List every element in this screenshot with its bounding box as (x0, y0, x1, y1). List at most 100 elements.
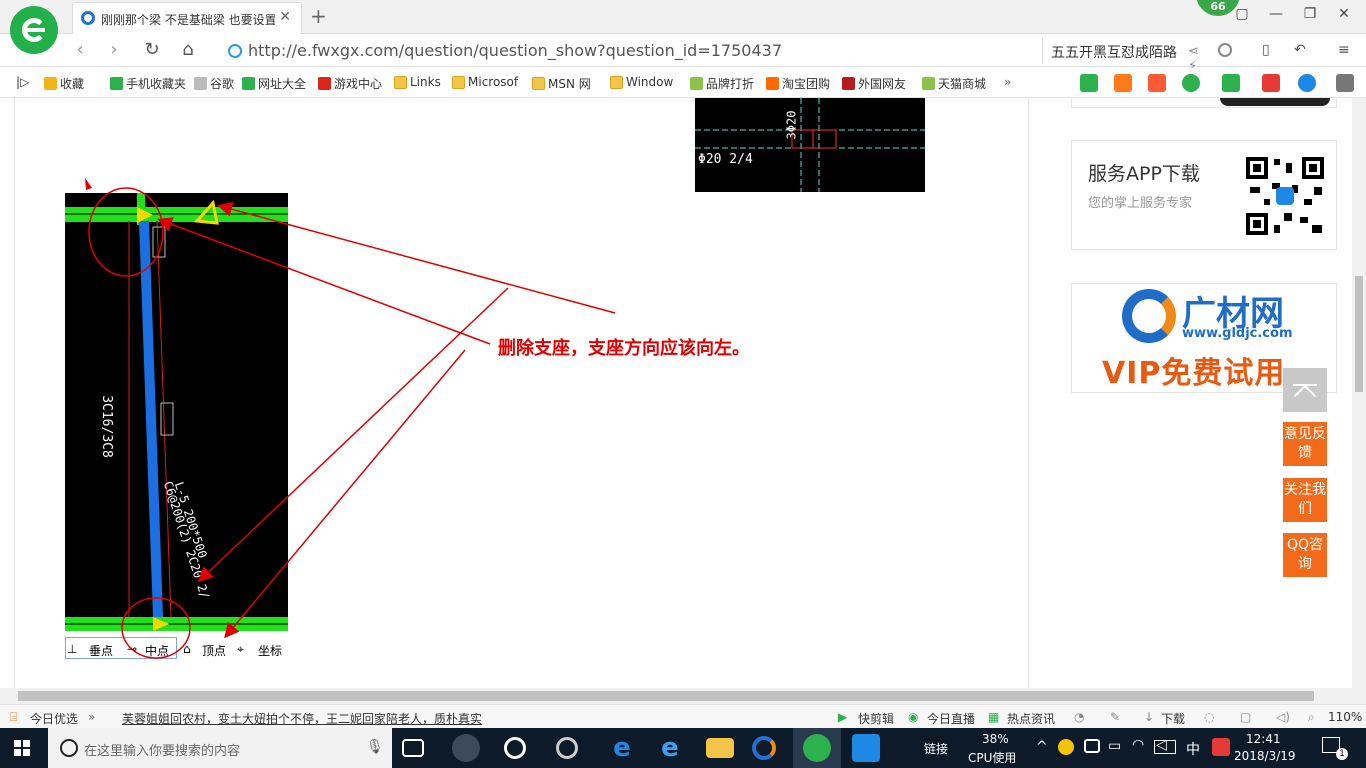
clock-date[interactable]: 2018/3/19 (1234, 749, 1296, 763)
qq-consult-button[interactable]: QQ咨询 (1283, 533, 1327, 577)
chevron-right-icon[interactable]: » (88, 710, 95, 724)
bookmark-item[interactable]: 天猫商城 (922, 75, 986, 92)
today-pick-label[interactable]: 今日优选 (30, 710, 78, 727)
bookmark-item[interactable]: 谷歌 (194, 75, 234, 92)
wifi-icon[interactable]: ◠ (1132, 737, 1144, 753)
hot-news-button[interactable]: 热点资讯 (1007, 710, 1055, 727)
task-view-icon[interactable] (402, 739, 424, 757)
browser-logo-icon[interactable] (10, 6, 58, 54)
remote-app-icon[interactable] (852, 734, 880, 762)
bookmark-item[interactable]: Window (610, 75, 673, 89)
home-button[interactable]: ⌂ (176, 38, 200, 62)
refresh-button[interactable]: ↻ (140, 38, 164, 62)
sogou-icon[interactable] (1212, 738, 1230, 756)
pin-icon[interactable]: ✎ (1110, 710, 1120, 724)
back-button[interactable]: ‹ (68, 38, 92, 62)
bookmark-item[interactable]: Microsof (452, 75, 518, 89)
app-download-card[interactable]: 服务APP下载 您的掌上服务专家 (1071, 140, 1337, 250)
status-bar: ⌸ 今日优选 » 芙蓉姐姐回农村，变土大妞拍个不停，王二妮回家陪老人，质朴真实 … (0, 704, 1366, 728)
maximize-button[interactable]: ❐ (1300, 6, 1320, 26)
windows-start-icon[interactable] (14, 740, 30, 756)
apps-icon[interactable] (1336, 74, 1354, 92)
bookmark-item[interactable]: 外国网友 (842, 75, 906, 92)
sidebar-toggle-icon[interactable]: |▷ (16, 75, 29, 89)
undo-icon[interactable]: ↶ (1294, 42, 1312, 60)
bookmark-item[interactable]: 游戏中心 (318, 75, 382, 92)
bookmark-item[interactable]: 淘宝团购 (766, 75, 830, 92)
mobile-icon[interactable]: ▯ (1262, 42, 1280, 60)
zoom-level[interactable]: 110% (1328, 710, 1362, 724)
gldjc-vip-banner[interactable]: VIP免费试用 (1102, 348, 1285, 392)
clean-icon[interactable]: ◌ (1204, 710, 1214, 724)
reader-icon[interactable] (1080, 74, 1098, 92)
hot-news-icon: ▦ (988, 710, 1000, 724)
site-favicon-icon (81, 11, 95, 25)
window-icon[interactable]: ▢ (1240, 710, 1251, 724)
forward-button[interactable]: › (102, 38, 126, 62)
download-button[interactable]: 下载 (1161, 710, 1185, 727)
tab-active[interactable]: 刚刚那个梁 不是基础梁 也要设置 ✕ (72, 2, 302, 34)
volume-icon[interactable]: ◁) (1276, 710, 1290, 724)
bookmark-item[interactable]: Links (394, 75, 441, 89)
quick-edit-button[interactable]: 快剪辑 (858, 710, 894, 727)
cad-image-main: 3C16/3C8 L-5 200*500 C6@200(2) 2C20 2/ (65, 193, 288, 631)
gldjc-app-icon[interactable] (752, 736, 776, 760)
tv-icon[interactable] (1114, 74, 1132, 92)
windows-search-placeholder[interactable]: 在这里输入你要搜索的内容 (84, 740, 240, 759)
windows-search-input[interactable]: 在这里输入你要搜索的内容 🎙 (48, 728, 392, 768)
app-download-title[interactable]: 服务APP下载 (1088, 159, 1200, 186)
feedback-button[interactable]: 意见反馈 (1283, 422, 1327, 466)
tab-close-button[interactable]: ✕ (279, 9, 291, 25)
minimize-button[interactable]: — (1266, 6, 1286, 26)
cad-snap-toolbar: ⊥ 垂点 ⊸ 中点 ⌂ 顶点 ⌖ 坐标 (65, 637, 295, 659)
menu-icon[interactable]: ≡ (1338, 42, 1356, 60)
tray-expand-icon[interactable]: ^ (1036, 739, 1048, 755)
browser-active-icon[interactable] (803, 734, 831, 762)
tray-chat-icon[interactable] (1084, 739, 1100, 753)
shield-icon[interactable] (1182, 74, 1200, 92)
zoom-icon[interactable] (1298, 74, 1316, 92)
translate-icon[interactable] (1222, 74, 1240, 92)
quick-edit-icon: ▶ (838, 710, 848, 724)
bookmarks-more-button[interactable]: » (1004, 75, 1011, 89)
file-explorer-icon[interactable] (706, 738, 734, 758)
close-window-button[interactable]: ✕ (1334, 6, 1354, 26)
bookmark-item[interactable]: 手机收藏夹 (110, 75, 186, 92)
ime-indicator[interactable]: 中 (1186, 739, 1200, 759)
vertical-scrollbar[interactable] (1352, 98, 1366, 688)
speed-icon[interactable]: ◔ (1074, 710, 1084, 724)
restore-small-icon[interactable]: ▢ (1232, 6, 1252, 26)
live-icon: ◉ (908, 710, 919, 724)
search-input[interactable]: 五五开黑互怼成陌路 (1042, 38, 1240, 64)
follow-us-button[interactable]: 关注我们 (1283, 478, 1327, 522)
sidebar-ad-image[interactable] (1071, 98, 1337, 108)
search-text[interactable]: 五五开黑互怼成陌路 (1051, 42, 1177, 62)
scissors-icon[interactable] (1262, 74, 1280, 92)
today-live-button[interactable]: 今日直播 (927, 710, 975, 727)
tray-app-icon[interactable] (1058, 739, 1074, 755)
battery-icon[interactable]: ▭ (1108, 738, 1121, 754)
bookmark-item[interactable]: 品牌打折 (690, 75, 754, 92)
clock-time[interactable]: 12:41 (1246, 732, 1281, 746)
ie-icon[interactable]: e (656, 734, 684, 762)
url-field[interactable]: http://e.fwxgx.com/question/question_sho… (222, 38, 1199, 89)
bookmark-item[interactable]: MSN 网 (532, 75, 591, 92)
keyboard-icon[interactable] (1154, 740, 1176, 754)
horizontal-scrollbar[interactable] (0, 688, 1366, 704)
edge-icon[interactable]: e (608, 734, 636, 762)
browser-e-icon[interactable] (504, 737, 526, 759)
new-tab-button[interactable]: + (310, 4, 327, 28)
back-to-top-button[interactable] (1283, 368, 1327, 412)
discount-icon[interactable] (1148, 74, 1166, 92)
folder-icon (532, 77, 545, 90)
fan-app-icon[interactable] (452, 734, 480, 762)
snap-coordinate-icon: ⌖ (237, 642, 244, 656)
news-ticker-link[interactable]: 芙蓉姐姐回农村，变土大妞拍个不停，王二妮回家陪老人，质朴真实 (122, 710, 482, 727)
url-text[interactable]: http://e.fwxgx.com/question/question_sho… (248, 41, 782, 60)
link-label[interactable]: 链接 (924, 740, 948, 757)
bookmark-item[interactable]: 收藏 (44, 75, 84, 92)
spiral-app-icon[interactable] (556, 737, 578, 759)
bookmark-item[interactable]: 网址大全 (242, 75, 306, 92)
search-icon[interactable] (1218, 43, 1232, 57)
microphone-icon[interactable]: 🎙 (366, 739, 384, 755)
